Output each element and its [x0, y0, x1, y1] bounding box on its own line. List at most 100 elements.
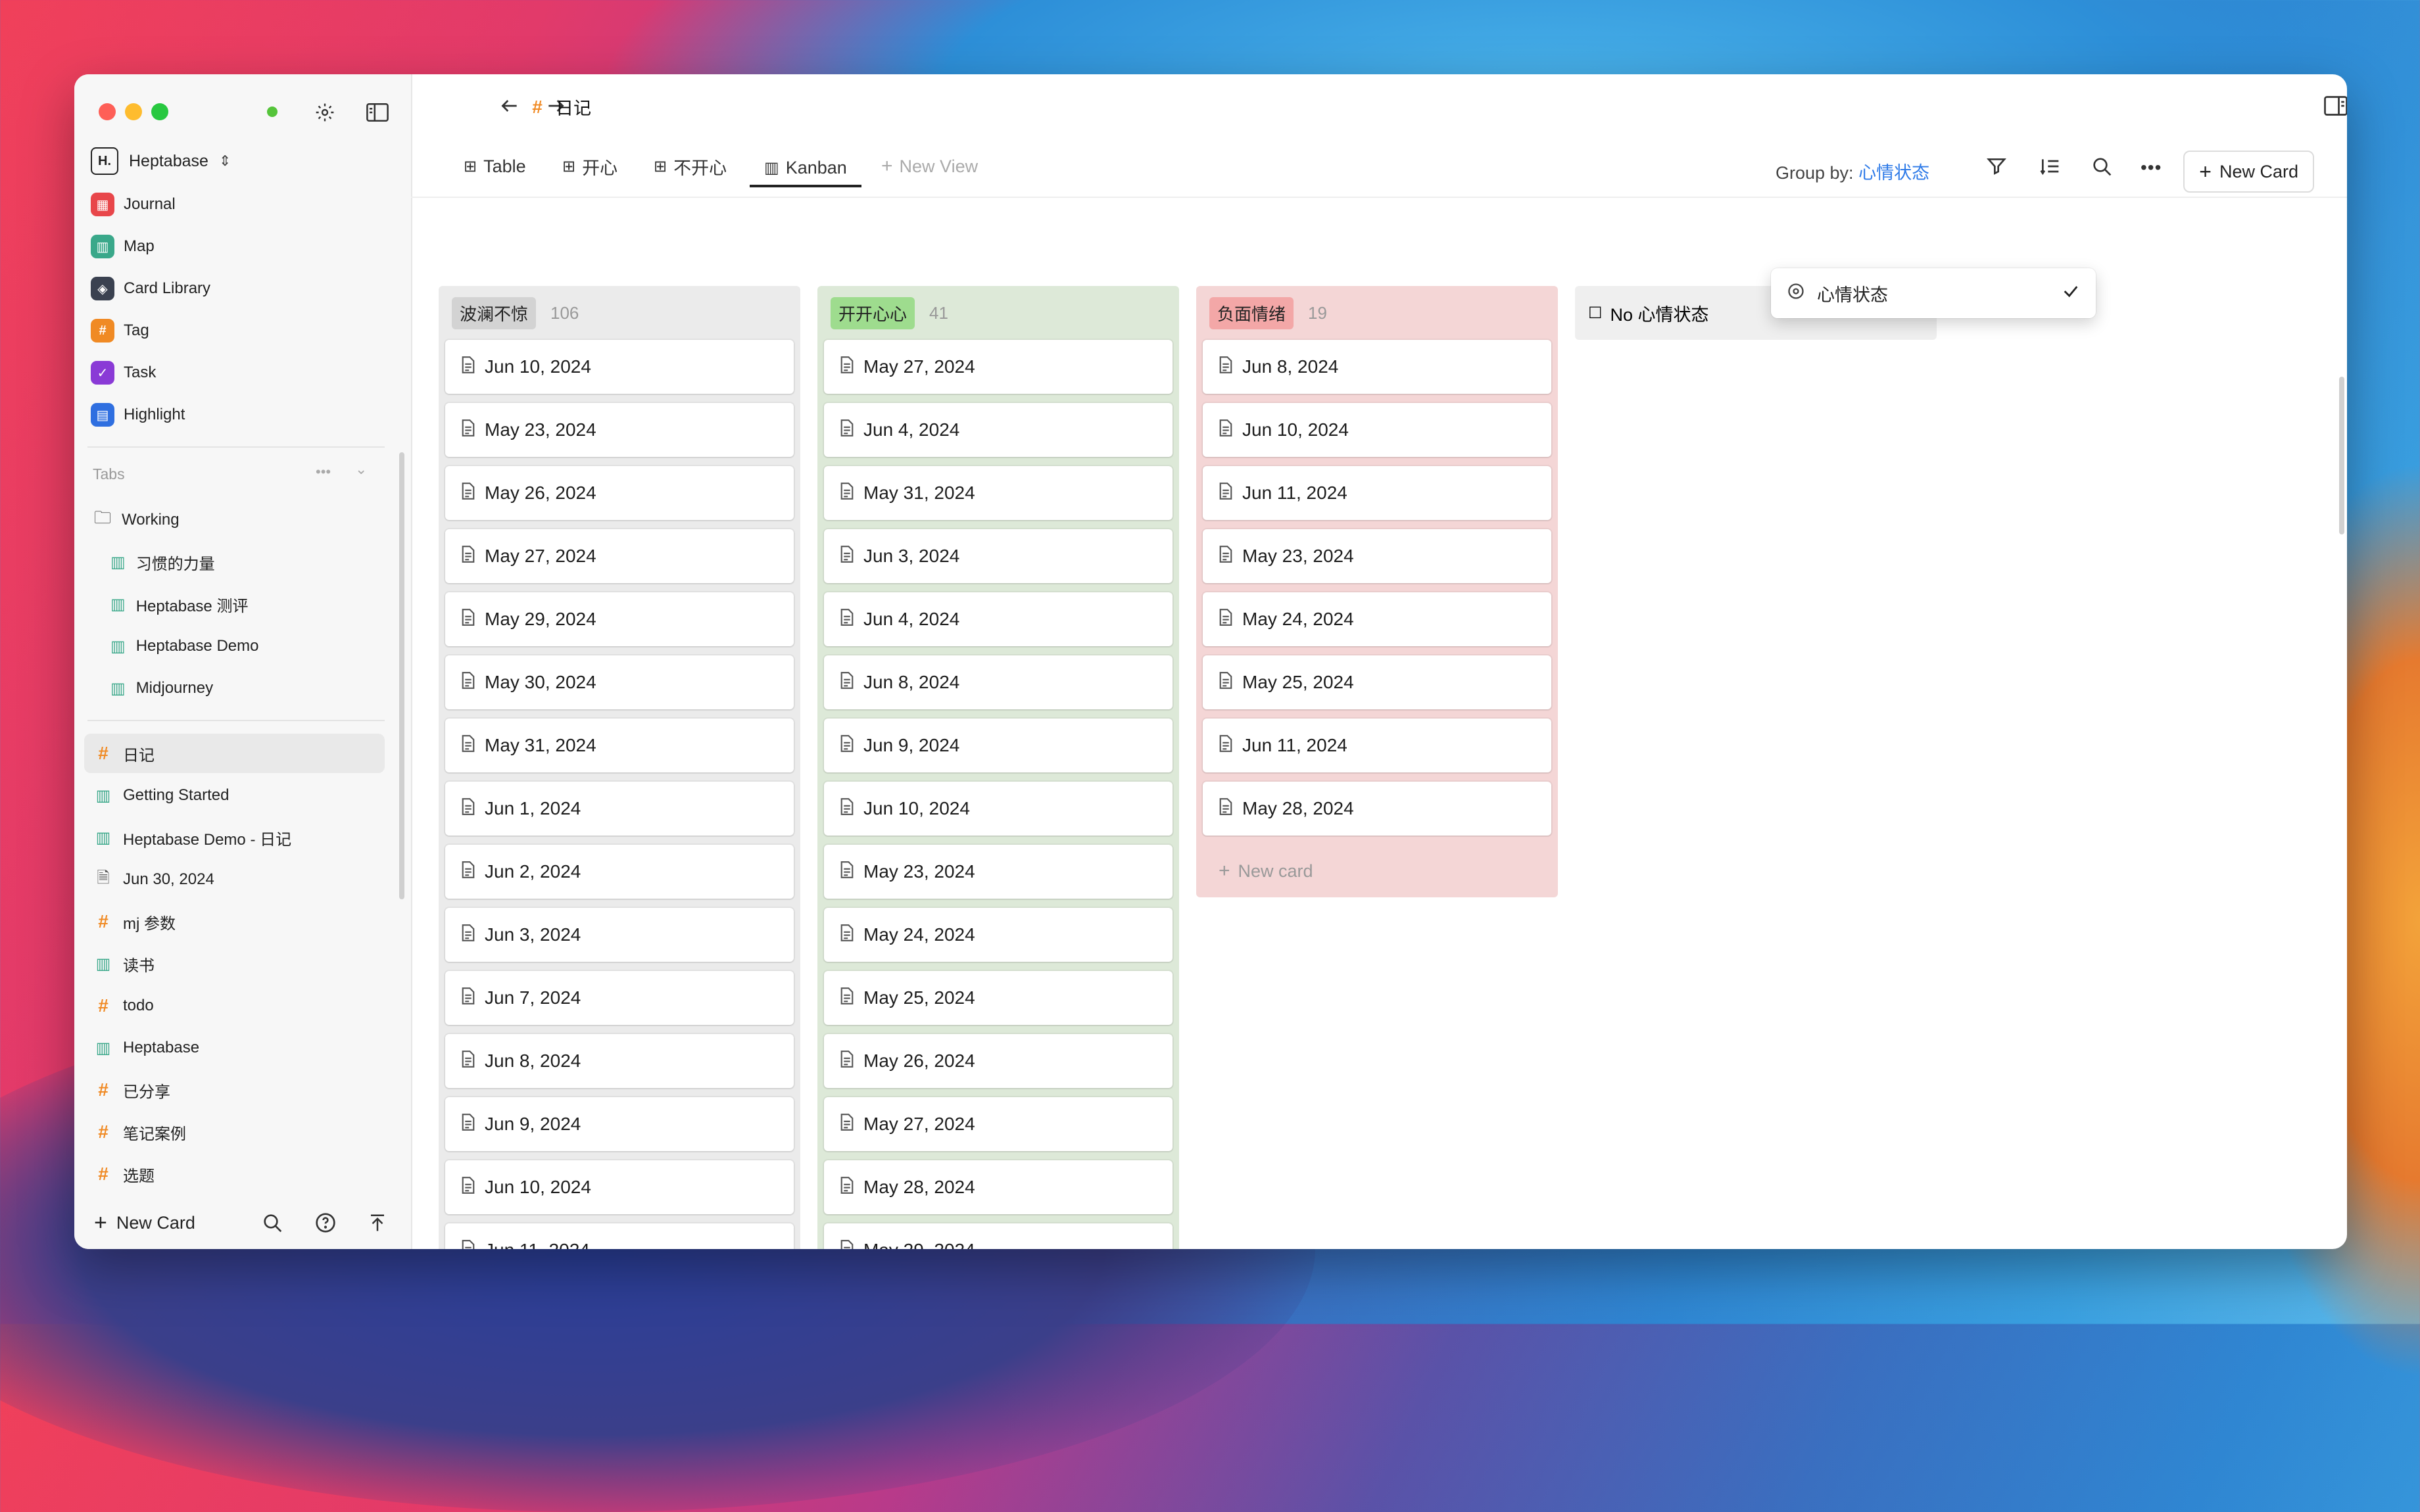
- working-item[interactable]: ▥ 习惯的力量: [110, 544, 215, 580]
- doc-icon: [461, 1113, 475, 1135]
- kanban-card[interactable]: Jun 10, 2024: [445, 340, 794, 394]
- kanban-card[interactable]: Jun 1, 2024: [445, 782, 794, 836]
- column-header[interactable]: 开开心心 41: [817, 286, 1179, 340]
- open-tab[interactable]: # 日记: [94, 735, 155, 772]
- kanban-card[interactable]: May 31, 2024: [445, 719, 794, 772]
- open-tab[interactable]: ▥ Heptabase Demo - 日记: [94, 819, 291, 856]
- kanban-card[interactable]: Jun 8, 2024: [445, 1034, 794, 1088]
- kanban-card[interactable]: Jun 3, 2024: [445, 908, 794, 962]
- kanban-card[interactable]: Jun 4, 2024: [824, 403, 1173, 457]
- zoom-window-button[interactable]: [151, 103, 168, 120]
- kanban-card[interactable]: May 31, 2024: [824, 466, 1173, 520]
- tab-unhappy[interactable]: ⊞ 不开心: [654, 151, 727, 182]
- kanban-card[interactable]: Jun 11, 2024: [1203, 466, 1551, 520]
- workspace-switcher[interactable]: H. Heptabase ⇕: [91, 143, 231, 179]
- kanban-card[interactable]: Jun 10, 2024: [824, 782, 1173, 836]
- group-by-dropdown[interactable]: 心情状态: [1771, 268, 2096, 318]
- sidebar-item-label: Task: [124, 364, 157, 381]
- kanban-card[interactable]: May 24, 2024: [1203, 592, 1551, 646]
- kanban-card[interactable]: Jun 2, 2024: [445, 845, 794, 899]
- kanban-card[interactable]: May 25, 2024: [824, 971, 1173, 1025]
- help-icon[interactable]: [315, 1212, 336, 1233]
- open-tab[interactable]: # mj 参数: [94, 903, 176, 940]
- kanban-card[interactable]: May 29, 2024: [824, 1223, 1173, 1249]
- doc-icon: [1219, 356, 1233, 378]
- sidebar-item-tag[interactable]: # Tag: [91, 312, 149, 349]
- tab-happy[interactable]: ⊞ 开心: [562, 151, 617, 182]
- group-by-selector[interactable]: Group by: 心情状态: [1776, 158, 1929, 184]
- sidebar-item-journal[interactable]: ▦ Journal: [91, 186, 176, 223]
- sidebar-item-card-library[interactable]: ◈ Card Library: [91, 270, 210, 307]
- more-icon[interactable]: •••: [316, 463, 331, 481]
- kanban-card[interactable]: May 23, 2024: [824, 845, 1173, 899]
- kanban-card[interactable]: May 30, 2024: [445, 655, 794, 709]
- doc-icon: [461, 482, 475, 504]
- open-tab[interactable]: # 已分享: [94, 1072, 170, 1108]
- kanban-card[interactable]: May 24, 2024: [824, 908, 1173, 962]
- folder-working[interactable]: 🗀 Working: [94, 502, 180, 538]
- working-item[interactable]: ▥ Heptabase Demo: [110, 628, 258, 665]
- board-scrollbar[interactable]: [2339, 377, 2344, 534]
- kanban-card[interactable]: Jun 11, 2024: [445, 1223, 794, 1249]
- more-options-icon[interactable]: •••: [2141, 157, 2162, 178]
- open-tab[interactable]: ▥ Getting Started: [94, 777, 230, 814]
- kanban-card[interactable]: May 26, 2024: [824, 1034, 1173, 1088]
- sidebar-toggle-icon[interactable]: [366, 101, 389, 124]
- upload-icon[interactable]: [368, 1212, 387, 1233]
- kanban-card[interactable]: Jun 3, 2024: [824, 529, 1173, 583]
- doc-icon: [461, 608, 475, 630]
- back-arrow-icon[interactable]: [496, 93, 523, 119]
- column-new-card-button[interactable]: + New card: [1196, 845, 1558, 897]
- new-card-button[interactable]: + New Card: [2183, 151, 2314, 193]
- column-header[interactable]: 波澜不惊 106: [439, 286, 800, 340]
- new-card-button[interactable]: + New Card: [94, 1210, 195, 1236]
- kanban-card[interactable]: May 28, 2024: [824, 1160, 1173, 1214]
- kanban-card[interactable]: May 23, 2024: [445, 403, 794, 457]
- gear-icon[interactable]: [313, 101, 337, 124]
- right-panel-toggle-icon[interactable]: [2323, 93, 2347, 119]
- kanban-card[interactable]: Jun 8, 2024: [1203, 340, 1551, 394]
- kanban-card[interactable]: May 26, 2024: [445, 466, 794, 520]
- kanban-card[interactable]: Jun 9, 2024: [824, 719, 1173, 772]
- kanban-card[interactable]: May 27, 2024: [824, 340, 1173, 394]
- open-tab[interactable]: ▥ 读书: [94, 945, 155, 982]
- open-tab[interactable]: # 笔记案例: [94, 1114, 186, 1150]
- sidebar-item-task[interactable]: ✓ Task: [91, 354, 156, 391]
- search-icon[interactable]: [262, 1212, 283, 1233]
- kanban-card[interactable]: May 27, 2024: [824, 1097, 1173, 1151]
- map-icon: ▥: [95, 955, 111, 973]
- close-window-button[interactable]: [99, 103, 116, 120]
- new-view-button[interactable]: + New View: [881, 151, 978, 182]
- kanban-card[interactable]: Jun 11, 2024: [1203, 719, 1551, 772]
- sidebar-item-highlight[interactable]: ▤ Highlight: [91, 396, 185, 433]
- kanban-card[interactable]: May 29, 2024: [445, 592, 794, 646]
- sidebar-item-map[interactable]: ▥ Map: [91, 228, 155, 265]
- chevron-down-icon[interactable]: ⌄: [355, 461, 367, 478]
- kanban-card[interactable]: Jun 10, 2024: [1203, 403, 1551, 457]
- open-tab[interactable]: ▥ Heptabase: [94, 1029, 199, 1066]
- kanban-card[interactable]: May 28, 2024: [1203, 782, 1551, 836]
- kanban-card[interactable]: May 27, 2024: [445, 529, 794, 583]
- open-tab[interactable]: # todo: [94, 987, 154, 1024]
- working-item[interactable]: ▥ Midjourney: [110, 670, 213, 707]
- kanban-card[interactable]: May 25, 2024: [1203, 655, 1551, 709]
- minimize-window-button[interactable]: [125, 103, 142, 120]
- kanban-card[interactable]: Jun 4, 2024: [824, 592, 1173, 646]
- working-item[interactable]: ▥ Heptabase 测评: [110, 586, 248, 623]
- column-header[interactable]: 负面情绪 19: [1196, 286, 1558, 340]
- tab-kanban[interactable]: ▥ Kanban: [750, 151, 861, 187]
- search-icon[interactable]: [2091, 156, 2112, 177]
- open-tab[interactable]: # 选题: [94, 1156, 155, 1193]
- kanban-card[interactable]: Jun 10, 2024: [445, 1160, 794, 1214]
- card-title: May 30, 2024: [485, 672, 596, 692]
- sidebar-scrollbar[interactable]: [399, 452, 404, 899]
- kanban-card[interactable]: Jun 7, 2024: [445, 971, 794, 1025]
- open-tab[interactable]: 🗎 Jun 30, 2024: [94, 861, 214, 898]
- sort-icon[interactable]: [2039, 156, 2061, 177]
- doc-icon: [461, 1050, 475, 1072]
- tab-table[interactable]: ⊞ Table: [464, 151, 526, 182]
- kanban-card[interactable]: Jun 9, 2024: [445, 1097, 794, 1151]
- filter-icon[interactable]: [1986, 156, 2007, 177]
- kanban-card[interactable]: Jun 8, 2024: [824, 655, 1173, 709]
- kanban-card[interactable]: May 23, 2024: [1203, 529, 1551, 583]
